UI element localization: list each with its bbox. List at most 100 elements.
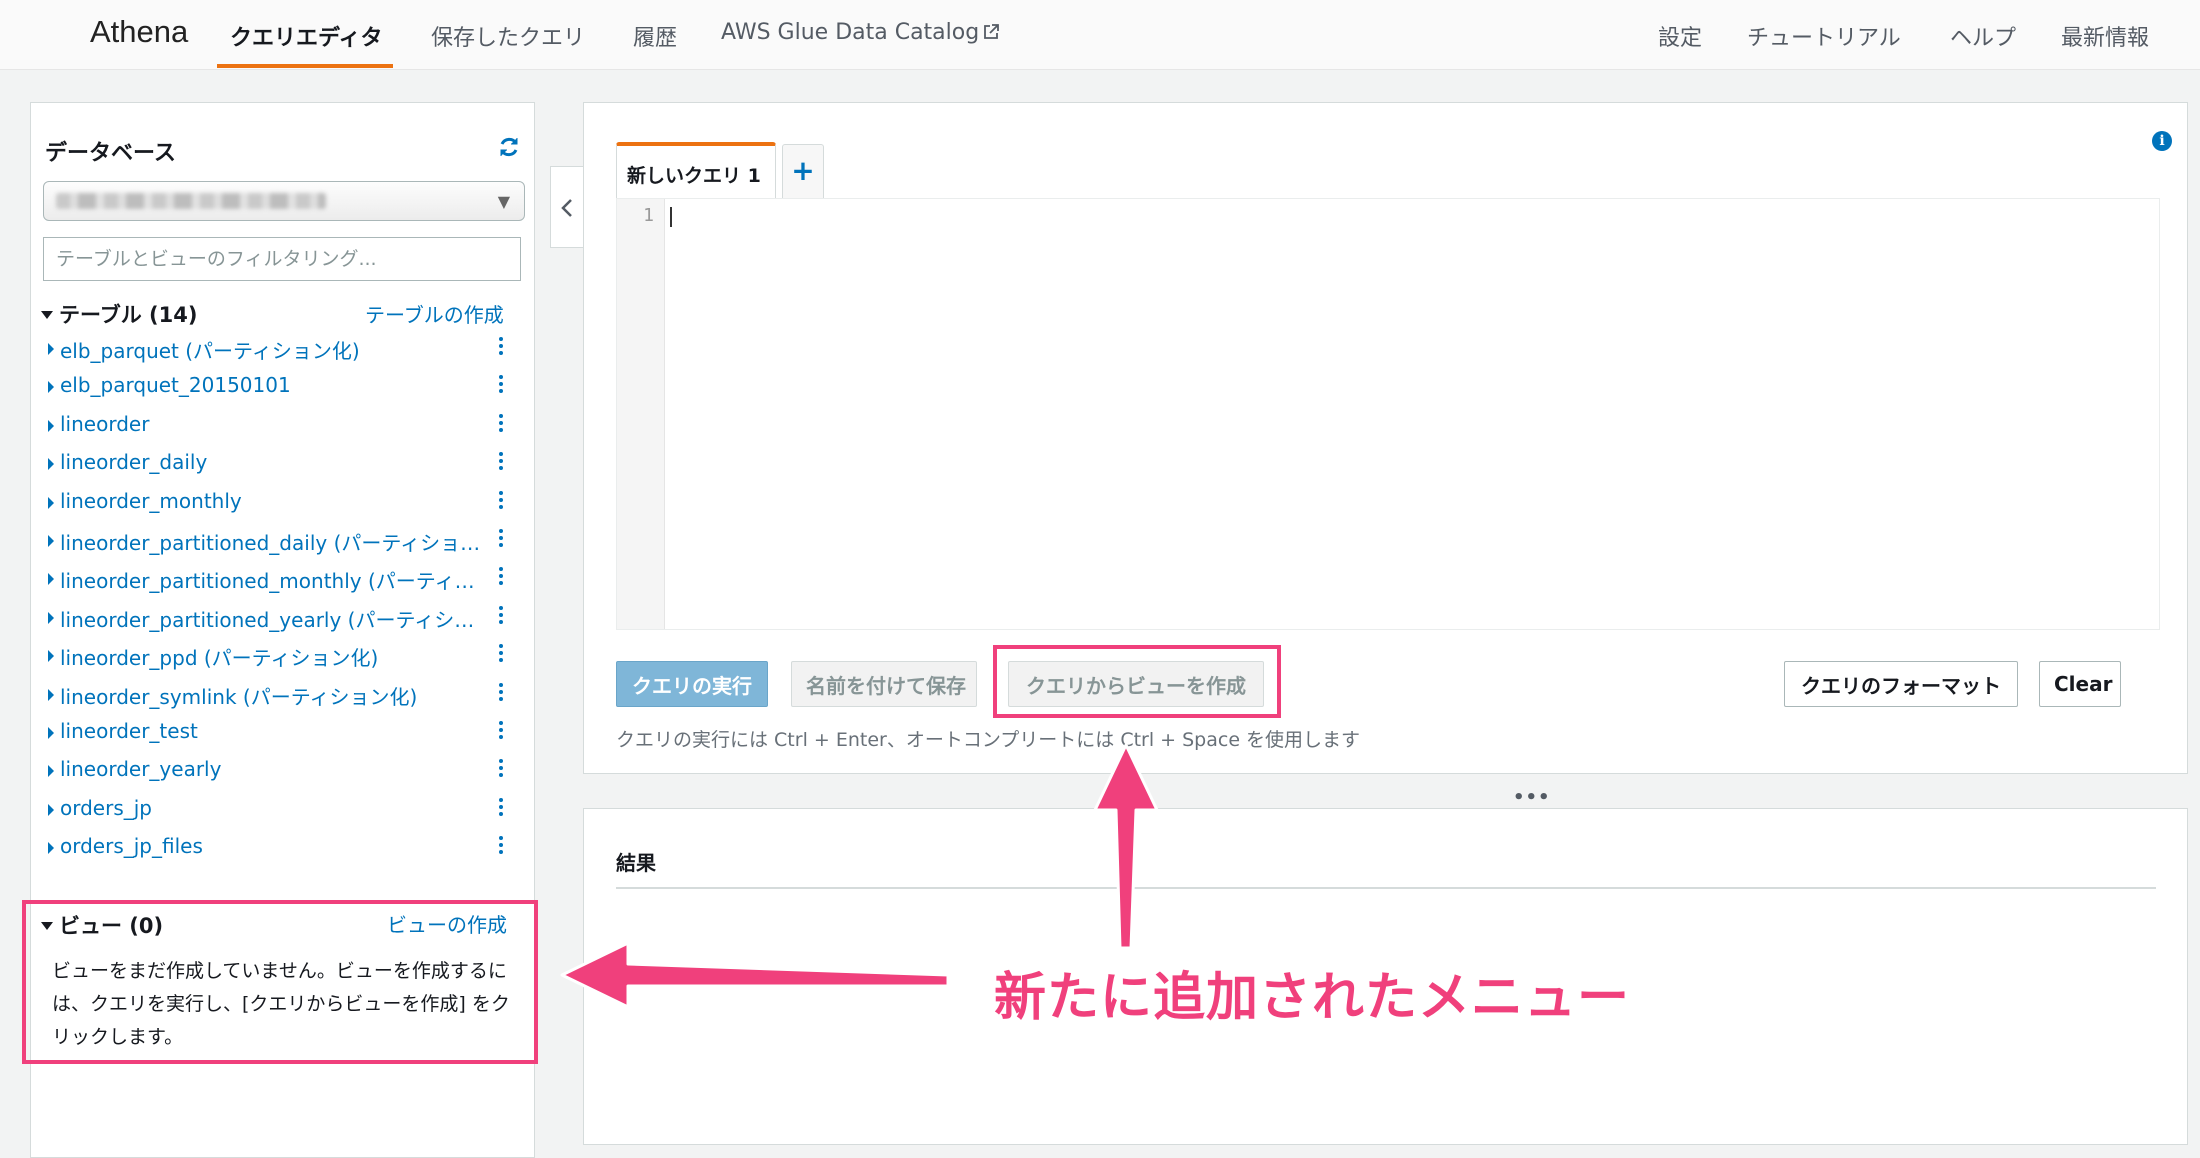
table-item-label[interactable]: orders_jp_files [60, 834, 515, 858]
nav-saved-queries[interactable]: 保存したクエリ [431, 20, 585, 52]
table-item[interactable]: orders_jp_files [31, 831, 536, 869]
tables-section-header[interactable]: テーブル (14) [41, 299, 197, 329]
line-number-gutter: 1 [617, 199, 665, 629]
table-item[interactable]: lineorder_partitioned_yearly (パーティション化) [31, 601, 536, 639]
nav-query-editor[interactable]: クエリエディタ [230, 20, 382, 52]
database-title: データベース [45, 141, 176, 166]
expand-triangle-icon[interactable] [48, 688, 54, 701]
table-item[interactable]: lineorder_symlink (パーティション化) [31, 678, 536, 716]
expand-triangle-icon[interactable] [48, 496, 54, 509]
table-item-label[interactable]: lineorder_yearly [60, 757, 515, 781]
line-number: 1 [643, 205, 654, 226]
add-tab-button[interactable]: + [782, 144, 824, 199]
kebab-menu-icon[interactable] [497, 375, 505, 397]
table-item[interactable]: lineorder_partitioned_daily (パーティション化) [31, 524, 536, 562]
table-item-label[interactable]: lineorder_test [60, 719, 515, 743]
keyboard-hint: クエリの実行には Ctrl + Enter、オートコンプリートには Ctrl +… [616, 729, 1361, 751]
views-empty-message: ビューをまだ作成していません。ビューを作成するには、クエリを実行し、[クエリから… [52, 960, 510, 1048]
collapse-triangle-icon [41, 311, 53, 319]
table-item[interactable]: lineorder_monthly [31, 486, 536, 524]
nav-whats-new[interactable]: 最新情報 [2061, 20, 2149, 52]
table-item-label[interactable]: lineorder_partitioned_daily (パーティション化) [60, 527, 515, 556]
expand-triangle-icon[interactable] [48, 573, 54, 586]
expand-triangle-icon[interactable] [48, 611, 54, 624]
table-item-label[interactable]: lineorder_partitioned_yearly (パーティション化) [60, 604, 515, 633]
expand-triangle-icon[interactable] [48, 458, 54, 471]
text-cursor [670, 207, 672, 227]
table-item-label[interactable]: lineorder_monthly [60, 489, 515, 513]
tab-label: 新しいクエリ 1 [627, 165, 761, 187]
nav-tutorial[interactable]: チュートリアル [1747, 20, 1901, 52]
expand-triangle-icon[interactable] [48, 381, 54, 394]
table-item[interactable]: lineorder_yearly [31, 754, 536, 792]
kebab-menu-icon[interactable] [497, 490, 505, 513]
panel-resize-handle[interactable]: ••• [1513, 787, 1551, 808]
nav-help[interactable]: ヘルプ [1950, 20, 2016, 52]
expand-triangle-icon[interactable] [48, 842, 54, 855]
create-view-highlight-box [993, 645, 1281, 718]
refresh-icon[interactable] [497, 135, 521, 159]
expand-triangle-icon[interactable] [48, 765, 54, 778]
table-filter-input[interactable] [43, 237, 521, 281]
table-item[interactable]: elb_parquet (パーティション化) [31, 332, 536, 370]
table-item[interactable]: orders_jp [31, 793, 536, 831]
table-item[interactable]: elb_parquet_20150101 [31, 370, 536, 408]
info-icon[interactable]: i [2152, 131, 2172, 151]
external-link-icon [984, 24, 1000, 39]
kebab-menu-icon[interactable] [497, 567, 505, 589]
table-item[interactable]: lineorder_partitioned_monthly (パーティション化) [31, 562, 536, 600]
tab-new-query-1[interactable]: 新しいクエリ 1 [616, 142, 776, 199]
clear-button[interactable]: Clear [2039, 661, 2121, 707]
table-item-label[interactable]: orders_jp [60, 796, 515, 820]
query-editor-panel: i 新しいクエリ 1 + 1 クエリの実行 名前を付けて保存 クエリからビューを… [583, 102, 2188, 774]
database-name-redacted [56, 193, 326, 209]
format-query-button[interactable]: クエリのフォーマット [1784, 661, 2018, 707]
kebab-menu-icon[interactable] [497, 720, 505, 743]
nav-glue-label: AWS Glue Data Catalog [721, 20, 980, 45]
top-nav: Athena クエリエディタ 保存したクエリ 履歴 AWS Glue Data … [0, 0, 2200, 70]
tables-header-label: テーブル (14) [59, 303, 198, 327]
chevron-left-icon [561, 199, 572, 217]
database-select[interactable]: ▼ [43, 181, 525, 221]
expand-triangle-icon[interactable] [48, 650, 54, 663]
table-item[interactable]: lineorder_daily [31, 447, 536, 485]
table-item-label[interactable]: lineorder_ppd (パーティション化) [60, 642, 515, 671]
table-item-label[interactable]: lineorder [60, 412, 515, 436]
expand-triangle-icon[interactable] [48, 419, 54, 432]
caret-down-icon: ▼ [497, 192, 510, 211]
expand-triangle-icon[interactable] [48, 343, 54, 355]
table-item-label[interactable]: elb_parquet (パーティション化) [60, 335, 515, 364]
kebab-menu-icon[interactable] [497, 836, 505, 858]
kebab-menu-icon[interactable] [497, 452, 505, 474]
results-divider [616, 887, 2156, 889]
kebab-menu-icon[interactable] [497, 528, 505, 551]
run-query-button[interactable]: クエリの実行 [616, 661, 768, 707]
nav-active-indicator [217, 64, 393, 68]
table-item[interactable]: lineorder_test [31, 716, 536, 754]
table-item-label[interactable]: lineorder_partitioned_monthly (パーティション化) [60, 565, 515, 594]
expand-triangle-icon[interactable] [48, 726, 54, 739]
table-item-label[interactable]: lineorder_daily [60, 450, 515, 474]
table-item[interactable]: lineorder_ppd (パーティション化) [31, 639, 536, 677]
table-item-label[interactable]: lineorder_symlink (パーティション化) [60, 681, 515, 710]
expand-triangle-icon[interactable] [48, 534, 54, 547]
kebab-menu-icon[interactable] [497, 605, 505, 628]
sidebar-collapse-handle[interactable] [550, 166, 584, 248]
nav-history[interactable]: 履歴 [633, 20, 677, 52]
brand-logo[interactable]: Athena [90, 14, 188, 50]
kebab-menu-icon[interactable] [497, 682, 505, 705]
results-title: 結果 [616, 851, 656, 875]
nav-glue-data-catalog[interactable]: AWS Glue Data Catalog [721, 20, 1000, 45]
sql-code-editor[interactable]: 1 [616, 198, 2160, 630]
create-table-link[interactable]: テーブルの作成 [365, 299, 504, 328]
table-item-label[interactable]: elb_parquet_20150101 [60, 373, 515, 397]
table-item[interactable]: lineorder [31, 409, 536, 447]
nav-settings[interactable]: 設定 [1658, 20, 1702, 52]
kebab-menu-icon[interactable] [497, 413, 505, 436]
kebab-menu-icon[interactable] [497, 337, 505, 359]
expand-triangle-icon[interactable] [48, 803, 54, 816]
kebab-menu-icon[interactable] [497, 797, 505, 820]
kebab-menu-icon[interactable] [497, 759, 505, 781]
kebab-menu-icon[interactable] [497, 644, 505, 666]
save-as-button[interactable]: 名前を付けて保存 [791, 661, 977, 707]
